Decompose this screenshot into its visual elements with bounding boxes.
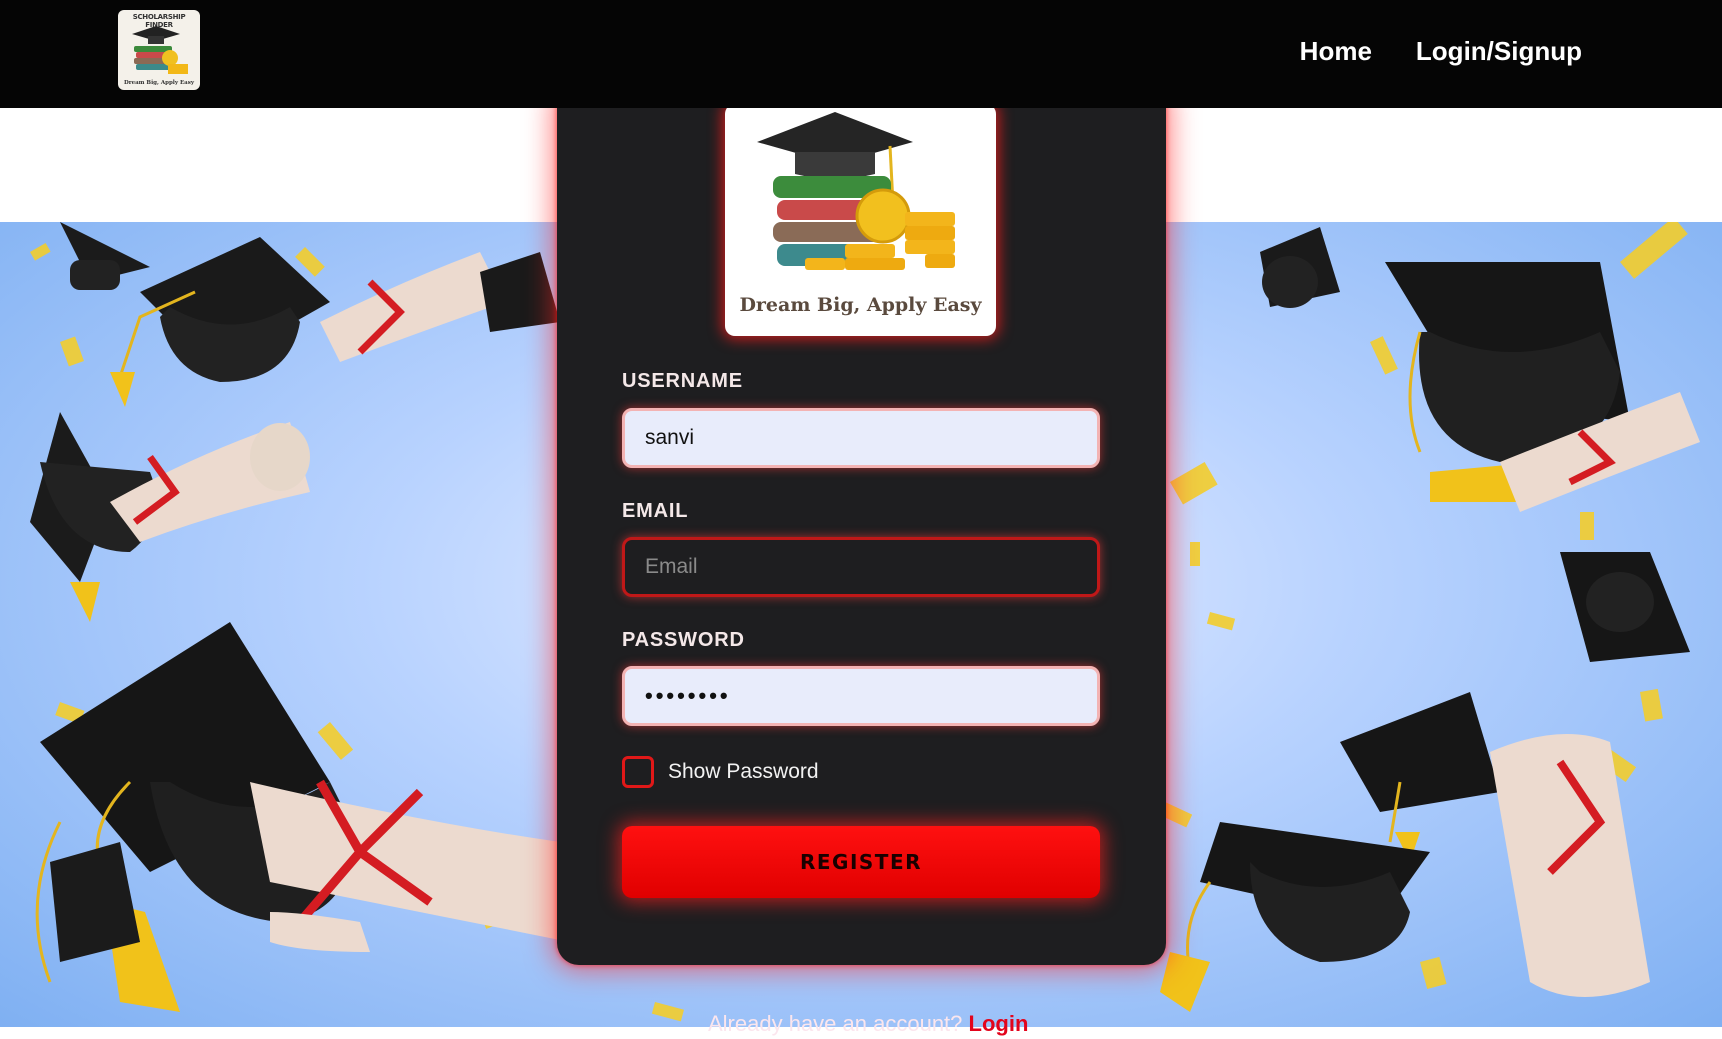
nav-login-signup-link[interactable]: Login/Signup [1416,36,1582,67]
email-label: EMAIL [622,500,689,522]
card-logo-tagline: Dream Big, Apply Easy [739,294,982,316]
show-password-label: Show Password [668,760,819,783]
password-input[interactable] [622,666,1100,726]
username-input[interactable] [622,408,1100,468]
login-prompt-text: Already have an account? [708,1011,969,1036]
nav-home-link[interactable]: Home [1300,36,1372,67]
logo-tagline: Dream Big, Apply Easy [123,80,195,86]
brand-logo[interactable]: SCHOLARSHIP FINDER Dream Big, Apply Easy [118,10,200,90]
card-logo: Dream Big, Apply Easy [725,104,996,336]
login-prompt: Already have an account? Login [708,1011,1028,1037]
register-card: Dream Big, Apply Easy USERNAME EMAIL PAS… [557,86,1166,965]
email-input[interactable] [622,537,1100,597]
nav-links: Home Login/Signup [1300,36,1582,67]
login-link[interactable]: Login [969,1011,1029,1036]
password-label: PASSWORD [622,629,745,651]
top-navbar: SCHOLARSHIP FINDER Dream Big, Apply Easy… [0,0,1722,108]
show-password-toggle[interactable]: Show Password [622,756,819,788]
register-button[interactable]: REGISTER [622,826,1100,898]
graduation-books-icon [132,26,188,74]
show-password-checkbox[interactable] [622,756,654,788]
username-label: USERNAME [622,370,743,392]
